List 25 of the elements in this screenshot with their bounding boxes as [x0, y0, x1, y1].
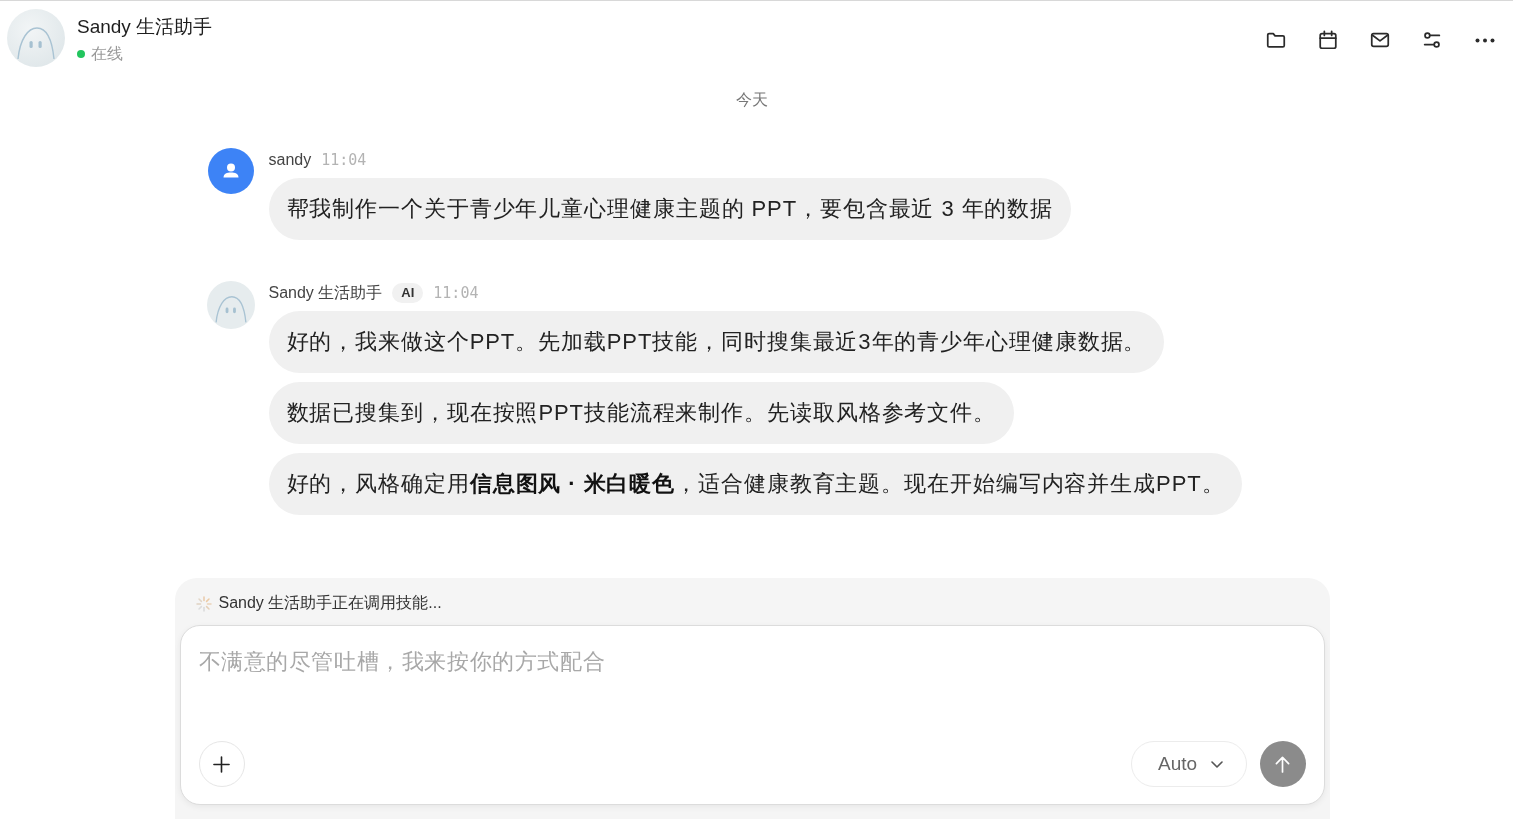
author-name: Sandy 生活助手: [268, 282, 383, 303]
message-bubble: 帮我制作一个关于青少年儿童心理健康主题的 PPT，要包含最近 3 年的数据: [268, 178, 1072, 240]
spinner-icon: [195, 595, 212, 612]
date-divider: 今天: [736, 90, 768, 110]
activity-status-text: Sandy 生活助手正在调用技能...: [218, 593, 442, 613]
message-input[interactable]: 不满意的尽管吐槽，我来按你的方式配合 Auto: [179, 625, 1325, 805]
status-text: 在线: [91, 44, 123, 64]
mode-dropdown[interactable]: Auto: [1130, 741, 1247, 787]
message-bubble: 好的，我来做这个PPT。先加载PPT技能，同时搜集最近3年的青少年心理健康数据。: [268, 311, 1165, 373]
message-bubble: 数据已搜集到，现在按照PPT技能流程来制作。先读取风格参考文件。: [268, 382, 1015, 444]
message-time: 11:04: [321, 151, 367, 169]
ghost-avatar-icon: [7, 9, 65, 67]
ai-tag: AI: [392, 283, 424, 303]
sliders-icon[interactable]: [1421, 29, 1443, 51]
message-time: 11:04: [433, 284, 479, 302]
message-bubble: 好的，风格确定用信息图风 · 米白暖色，适合健康教育主题。现在开始编写内容并生成PPT。: [268, 453, 1243, 515]
author-name: sandy: [268, 151, 312, 169]
calendar-icon[interactable]: [1317, 29, 1339, 51]
chevron-down-icon: [1211, 760, 1224, 768]
arrow-up-icon: [1275, 755, 1290, 773]
more-icon[interactable]: [1475, 37, 1495, 43]
chat-title: Sandy 生活助手: [77, 15, 213, 39]
plus-icon: [213, 755, 230, 773]
ghost-avatar-icon: [206, 281, 255, 329]
person-avatar-icon: [207, 148, 254, 194]
